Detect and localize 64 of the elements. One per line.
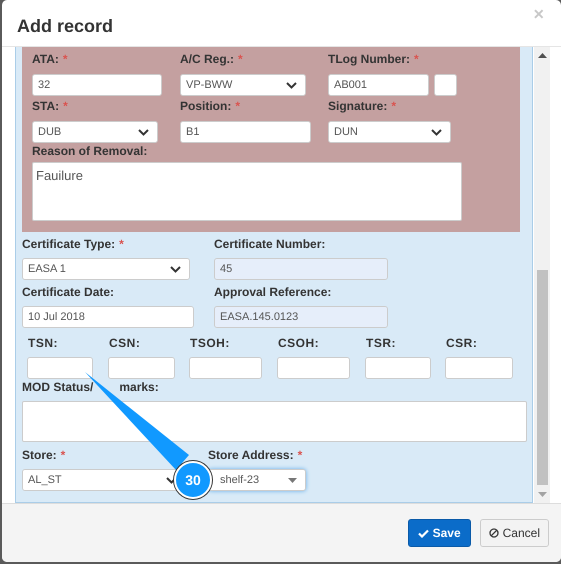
select-field[interactable]: EASA 1 [22,258,190,280]
field-label: Certificate Date: [22,285,114,300]
input-field[interactable]: B1 [180,121,311,143]
input-field[interactable]: 10 Jul 2018 [22,306,194,328]
input-field[interactable] [189,357,262,379]
field-label: MOD Status/ [22,380,94,395]
field-label: CSN: [108,335,142,352]
field-label: Certificate Number: [214,237,326,252]
readonly-field[interactable]: EASA.145.0123 [214,306,388,328]
scroll-down-icon[interactable] [538,492,546,497]
field-label: Certificate Type: [22,237,116,252]
field-label: TLog Number: [328,52,410,67]
field-label: CSR: [445,335,478,352]
field-label: STA: [32,99,60,114]
field-label: TSR: [365,335,397,352]
required-mark: * [62,52,68,67]
field-label: Store: [22,448,57,463]
readonly-field[interactable]: 45 [214,258,388,280]
combo-field[interactable]: shelf-23 [208,469,306,491]
cancel-button[interactable]: Cancel [480,519,549,547]
select-field[interactable]: DUN [328,121,451,143]
select-field[interactable]: DUB [32,121,158,143]
field-label: Signature: [328,99,388,114]
field-label: TSOH: [189,335,231,352]
chevron-down-icon [286,82,297,88]
modal-title: Add record [17,15,114,38]
chevron-down-icon [431,128,442,136]
field-label: A/C Reg.: [180,52,234,67]
chevron-down-icon [170,266,181,272]
text-area[interactable] [22,401,527,442]
input-field[interactable]: AB001 [328,74,429,96]
scroll-up-icon[interactable] [538,53,546,58]
field-label: CSOH: [277,335,320,352]
input-field[interactable] [27,357,93,379]
field-label: ATA: [32,52,59,67]
required-mark: * [119,237,124,252]
field-label: Store Address: [208,448,294,463]
field-label: marks: [119,380,159,395]
scrollbar[interactable] [534,47,550,503]
input-field[interactable] [277,357,350,379]
field-label: Position: [180,99,232,114]
required-mark: * [238,52,243,67]
required-mark: * [391,99,396,114]
chevron-down-icon [138,128,149,136]
field-label: TSN: [27,335,59,352]
required-mark: * [414,52,419,67]
input-field[interactable] [108,357,175,379]
required-mark: * [298,448,302,463]
field-label: Reason of Removal: [32,144,148,159]
save-button[interactable]: Save [408,519,471,547]
required-mark: * [235,99,240,114]
text-area[interactable]: Fauilure [32,162,462,221]
scroll-thumb[interactable] [537,270,548,485]
check-icon [418,528,429,538]
select-field[interactable]: VP-BWW [180,74,306,96]
input-field[interactable] [434,74,457,96]
input-field[interactable]: 32 [32,74,162,96]
ban-icon [488,528,499,538]
caret-down-icon [288,478,297,482]
required-mark: * [63,99,68,114]
input-field[interactable] [365,357,431,379]
field-label: Approval Reference: [214,285,332,300]
input-field[interactable] [445,357,513,379]
required-mark: * [60,448,66,463]
